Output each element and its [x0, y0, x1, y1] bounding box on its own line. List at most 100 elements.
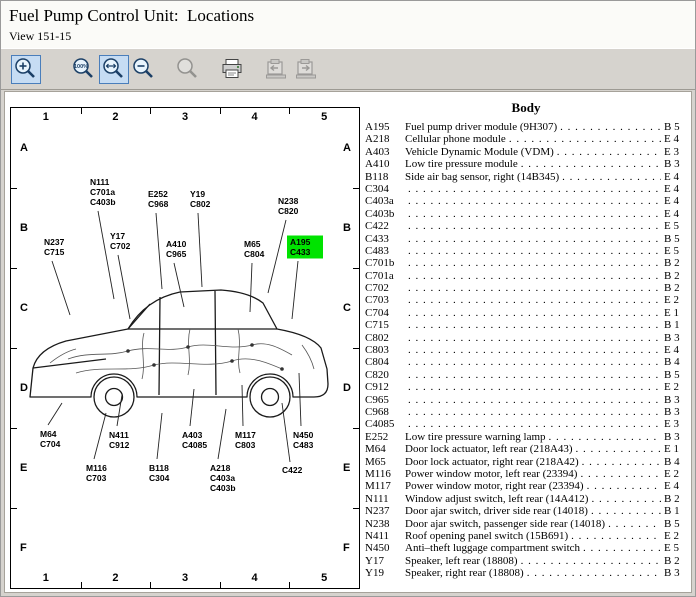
- list-row[interactable]: N111Window adjust switch, left rear (14A…: [365, 493, 687, 505]
- list-row[interactable]: C483. . . . . . . . . . . . . . . . . . …: [365, 245, 687, 257]
- list-row[interactable]: N450Anti–theft luggage compartment switc…: [365, 542, 687, 554]
- list-row[interactable]: A218Cellular phone module. . . . . . . .…: [365, 133, 687, 145]
- row-grid-ref: B 3: [661, 567, 687, 579]
- row-leader-dots: . . . . . . . . . . . . . . . . . . . . …: [582, 456, 661, 468]
- list-row[interactable]: M64Door lock actuator, left rear (218A43…: [365, 443, 687, 455]
- row-code: C403b: [365, 208, 405, 220]
- zoom-out-button[interactable]: [129, 55, 159, 84]
- row-code: E252: [365, 431, 405, 443]
- list-row[interactable]: C912. . . . . . . . . . . . . . . . . . …: [365, 381, 687, 393]
- callout-line: [117, 395, 122, 426]
- callout-line: [52, 261, 70, 315]
- list-row[interactable]: C304. . . . . . . . . . . . . . . . . . …: [365, 183, 687, 195]
- previous-view-button: [261, 55, 291, 84]
- callout-line: [157, 413, 162, 459]
- body-list-header: Body: [365, 100, 687, 116]
- callout-label[interactable]: E252C968: [148, 189, 169, 209]
- list-row[interactable]: C704. . . . . . . . . . . . . . . . . . …: [365, 307, 687, 319]
- callout-label[interactable]: C422: [282, 465, 303, 475]
- list-row[interactable]: C701a. . . . . . . . . . . . . . . . . .…: [365, 270, 687, 282]
- list-row[interactable]: C4085. . . . . . . . . . . . . . . . . .…: [365, 418, 687, 430]
- list-row[interactable]: N238Door ajar switch, passenger side rea…: [365, 518, 687, 530]
- row-grid-ref: E 5: [661, 245, 687, 257]
- list-row[interactable]: N237Door ajar switch, driver side rear (…: [365, 505, 687, 517]
- list-row[interactable]: M116Power window motor, left rear (23394…: [365, 468, 687, 480]
- zoom-fit-button[interactable]: [99, 55, 129, 84]
- app-window: { "window": { "title": "Fuel Pump Contro…: [0, 0, 696, 597]
- callout-label[interactable]: M65C804: [244, 239, 265, 259]
- list-row[interactable]: C820. . . . . . . . . . . . . . . . . . …: [365, 369, 687, 381]
- list-row[interactable]: C403a. . . . . . . . . . . . . . . . . .…: [365, 195, 687, 207]
- row-grid-ref: E 4: [661, 344, 687, 356]
- list-row[interactable]: C403b. . . . . . . . . . . . . . . . . .…: [365, 208, 687, 220]
- list-row[interactable]: A195Fuel pump driver module (9H307). . .…: [365, 121, 687, 133]
- callout-label[interactable]: A218C403aC403b: [210, 463, 236, 493]
- row-code: A403: [365, 146, 405, 158]
- list-row[interactable]: C965. . . . . . . . . . . . . . . . . . …: [365, 394, 687, 406]
- list-row[interactable]: A410Low tire pressure module. . . . . . …: [365, 158, 687, 170]
- row-grid-ref: B 3: [661, 158, 687, 170]
- callout-label[interactable]: N237C715: [44, 237, 65, 257]
- callout-line: [299, 373, 301, 426]
- print-button[interactable]: [217, 55, 247, 84]
- list-row[interactable]: M117Power window motor, right rear (2339…: [365, 480, 687, 492]
- row-leader-dots: . . . . . . . . . . . . . . . . . . . . …: [583, 542, 661, 554]
- callout-label[interactable]: A410C965: [166, 239, 187, 259]
- callout-label[interactable]: M117C803: [235, 430, 256, 450]
- callout-label[interactable]: M116C703: [86, 463, 107, 483]
- list-row[interactable]: C715. . . . . . . . . . . . . . . . . . …: [365, 319, 687, 331]
- list-row[interactable]: N411Roof opening panel switch (15B691). …: [365, 530, 687, 542]
- callout-label[interactable]: A195C433: [290, 237, 311, 257]
- row-leader-dots: . . . . . . . . . . . . . . . . . . . . …: [408, 381, 661, 393]
- list-row[interactable]: Y19Speaker, right rear (18808). . . . . …: [365, 567, 687, 579]
- list-row[interactable]: C433. . . . . . . . . . . . . . . . . . …: [365, 233, 687, 245]
- magnifier-minus-icon: [131, 56, 157, 82]
- body-list: A195Fuel pump driver module (9H307). . .…: [365, 121, 687, 579]
- row-desc: Door lock actuator, left rear (218A43): [405, 443, 576, 455]
- list-row[interactable]: B118Side air bag sensor, right (14B345).…: [365, 171, 687, 183]
- callout-label[interactable]: M64C704: [40, 429, 61, 449]
- list-row[interactable]: C802. . . . . . . . . . . . . . . . . . …: [365, 332, 687, 344]
- row-grid-ref: B 1: [661, 319, 687, 331]
- list-row[interactable]: C701b. . . . . . . . . . . . . . . . . .…: [365, 257, 687, 269]
- list-row[interactable]: E252Low tire pressure warning lamp. . . …: [365, 431, 687, 443]
- diagram-panel[interactable]: 1122334455AABBCCDDEEFF N11: [10, 107, 360, 589]
- row-code: C804: [365, 356, 405, 368]
- row-leader-dots: . . . . . . . . . . . . . . . . . . . . …: [408, 195, 661, 207]
- callout-line: [198, 213, 202, 287]
- row-grid-ref: E 4: [661, 208, 687, 220]
- list-row[interactable]: Y17Speaker, left rear (18808). . . . . .…: [365, 555, 687, 567]
- list-row[interactable]: C703. . . . . . . . . . . . . . . . . . …: [365, 294, 687, 306]
- callout-label[interactable]: Y19C802: [190, 189, 211, 209]
- row-code: C403a: [365, 195, 405, 207]
- list-row[interactable]: M65Door lock actuator, right rear (218A4…: [365, 456, 687, 468]
- row-grid-ref: E 2: [661, 381, 687, 393]
- row-grid-ref: B 3: [661, 406, 687, 418]
- row-leader-dots: . . . . . . . . . . . . . . . . . . . . …: [408, 307, 661, 319]
- list-row[interactable]: A403Vehicle Dynamic Module (VDM). . . . …: [365, 146, 687, 158]
- list-row[interactable]: C803. . . . . . . . . . . . . . . . . . …: [365, 344, 687, 356]
- row-grid-ref: E 5: [661, 220, 687, 232]
- callout-label[interactable]: N111C701aC403b: [90, 177, 116, 207]
- zoom-100-button[interactable]: 100%: [69, 55, 99, 84]
- callout-line: [118, 255, 130, 319]
- row-grid-ref: B 3: [661, 431, 687, 443]
- row-grid-ref: E 4: [661, 171, 687, 183]
- zoom-100-label: 100%: [74, 64, 88, 70]
- callout-label[interactable]: N450C483: [293, 430, 314, 450]
- row-desc: Side air bag sensor, right (14B345): [405, 171, 562, 183]
- callout-label[interactable]: N238C820: [278, 196, 299, 216]
- callout-line: [218, 409, 226, 459]
- callout-label[interactable]: N411C912: [109, 430, 130, 450]
- callout-label[interactable]: A403C4085: [182, 430, 207, 450]
- callout-label[interactable]: Y17C702: [110, 231, 131, 251]
- list-row[interactable]: C702. . . . . . . . . . . . . . . . . . …: [365, 282, 687, 294]
- row-leader-dots: . . . . . . . . . . . . . . . . . . . . …: [408, 208, 661, 220]
- list-row[interactable]: C968. . . . . . . . . . . . . . . . . . …: [365, 406, 687, 418]
- list-row[interactable]: C804. . . . . . . . . . . . . . . . . . …: [365, 356, 687, 368]
- list-row[interactable]: C422. . . . . . . . . . . . . . . . . . …: [365, 220, 687, 232]
- row-code: C820: [365, 369, 405, 381]
- zoom-in-button[interactable]: [11, 55, 41, 84]
- callout-label[interactable]: B118C304: [149, 463, 170, 483]
- row-code: B118: [365, 171, 405, 183]
